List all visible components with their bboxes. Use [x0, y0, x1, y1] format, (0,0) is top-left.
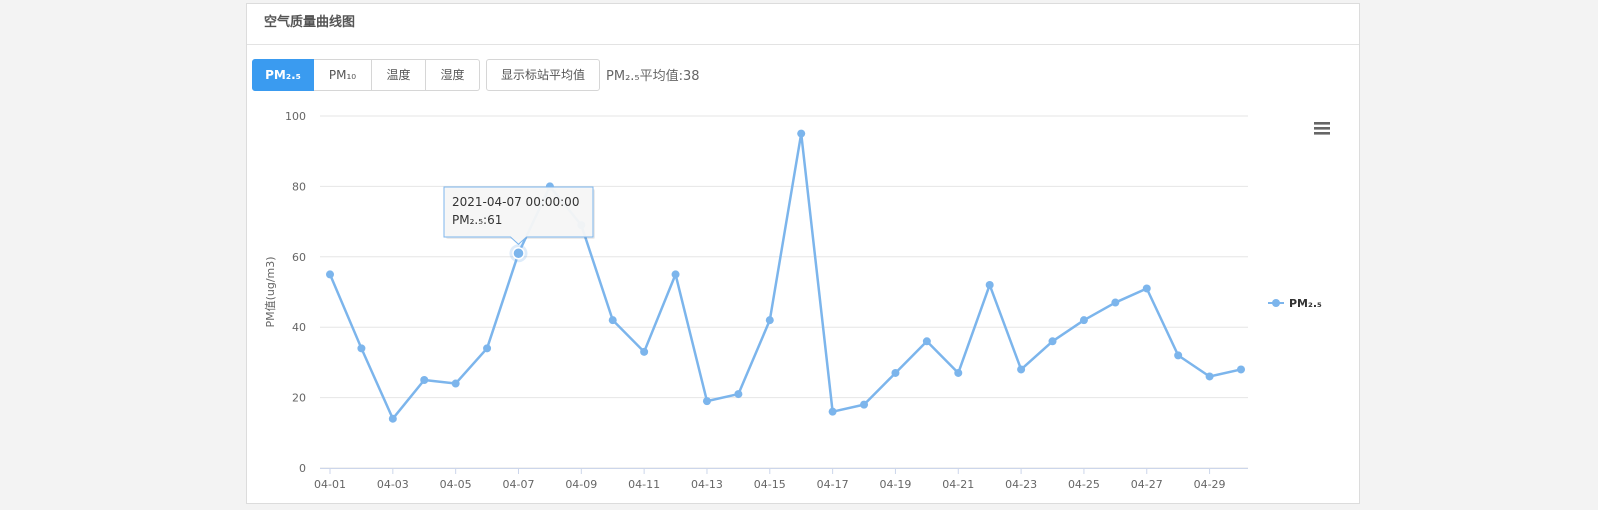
x-tick-label: 04-13 [691, 478, 723, 491]
data-point [1205, 372, 1214, 381]
y-tick-label: 0 [299, 462, 306, 475]
legend-label: PM₂.₅ [1289, 297, 1322, 310]
data-point [1111, 298, 1120, 307]
data-point [420, 376, 429, 384]
x-tick-label: 04-05 [440, 478, 472, 491]
data-point [512, 247, 525, 260]
data-point [1017, 365, 1026, 374]
menu-bar [1314, 127, 1330, 130]
x-tick-label: 04-23 [1005, 478, 1037, 491]
data-point [797, 129, 806, 138]
legend-marker [1272, 299, 1280, 307]
y-tick-label: 100 [285, 110, 306, 123]
data-point [326, 270, 334, 279]
data-point [671, 270, 680, 279]
data-point [451, 379, 460, 388]
x-tick-label: 04-19 [879, 478, 911, 491]
line-chart: 0 20 40 60 80 100 04-01 04-03 04-05 04-07 04-09 04-… [264, 110, 1330, 491]
data-point [1079, 316, 1088, 325]
x-tick-label: 04-17 [817, 478, 849, 491]
data-point [734, 390, 743, 399]
y-axis-title: PM值(ug/m3) [264, 256, 277, 327]
data-point [828, 407, 837, 416]
data-point [388, 414, 397, 423]
y-tick-label: 20 [292, 392, 306, 405]
data-point [1174, 351, 1183, 360]
data-point [985, 280, 994, 289]
tooltip-title: 2021-04-07 00:00:00 [452, 195, 579, 209]
x-tick-label: 04-03 [377, 478, 409, 491]
data-point [860, 400, 869, 409]
data-point [1142, 284, 1151, 293]
x-tick-label: 04-09 [565, 478, 597, 491]
data-point [765, 316, 774, 325]
data-point [357, 344, 366, 353]
tooltip-value: PM₂.₅:61 [452, 213, 502, 227]
x-tick-label: 04-11 [628, 478, 660, 491]
data-point [922, 337, 931, 346]
y-tick-label: 40 [292, 321, 306, 334]
data-point [702, 397, 711, 406]
data-point [1237, 365, 1245, 374]
data-point [1048, 337, 1057, 346]
data-point [483, 344, 492, 353]
hamburger-menu-icon[interactable] [1314, 122, 1330, 135]
data-point [954, 368, 963, 377]
y-tick-label: 60 [292, 251, 306, 264]
data-point [891, 368, 900, 377]
x-tick-label: 04-07 [502, 478, 534, 491]
x-tick-label: 04-15 [754, 478, 786, 491]
data-point [608, 316, 617, 325]
x-tick-label: 04-21 [942, 478, 974, 491]
x-tick-label: 04-01 [314, 478, 346, 491]
y-tick-label: 80 [292, 180, 306, 193]
x-tick-label: 04-27 [1131, 478, 1163, 491]
menu-bar [1314, 132, 1330, 135]
menu-bar [1314, 122, 1330, 125]
x-tick-label: 04-25 [1068, 478, 1100, 491]
data-point [640, 347, 649, 356]
series-line [328, 132, 1243, 420]
x-tick-label: 04-29 [1194, 478, 1226, 491]
